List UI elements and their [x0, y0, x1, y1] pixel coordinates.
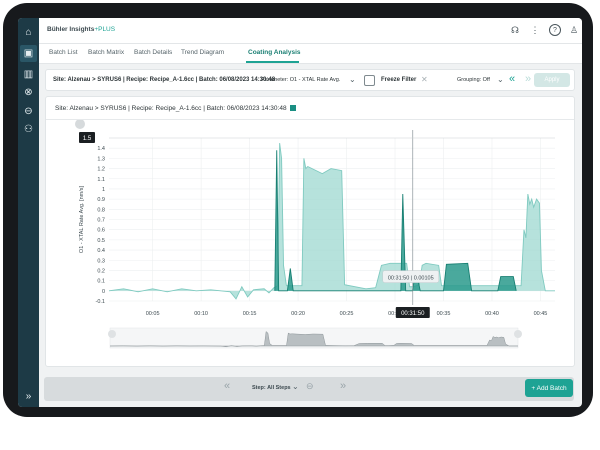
- y-tick-label: 1.3: [97, 156, 105, 162]
- filter-bar: Site: Alzenau > SYRUS6 | Recipe: Recipe_…: [45, 69, 575, 91]
- cursor-y-label: 1.5: [83, 136, 92, 142]
- top-bar: Bühler Insights+PLUS ☊ ⋮ ? ♙: [39, 18, 582, 44]
- tablet-frame: ⌂ ▣ ▥ ⊗ ⊖ ⚇ » Bühler Insights+PLUS ☊ ⋮ ?…: [3, 3, 593, 417]
- users-icon[interactable]: ⚇: [20, 121, 37, 138]
- overview-right-handle[interactable]: [514, 330, 522, 338]
- add-batch-label: + Add Batch: [531, 384, 567, 392]
- add-batch-button[interactable]: + Add Batch: [525, 379, 573, 397]
- filter-breadcrumb[interactable]: Site: Alzenau > SYRUS6 | Recipe: Recipe_…: [53, 77, 275, 83]
- tab-bar: Batch List Batch Matrix Batch Details Tr…: [39, 44, 582, 64]
- cancel-glyph: ⊗: [24, 87, 33, 98]
- x-tick-label: 00:20: [291, 311, 305, 317]
- grouping-select[interactable]: Grouping: Off: [457, 77, 490, 83]
- active-tab-indicator: [246, 61, 299, 63]
- app-screen: ⌂ ▣ ▥ ⊗ ⊖ ⚇ » Bühler Insights+PLUS ☊ ⋮ ?…: [18, 18, 582, 407]
- batch-glyph: ▣: [23, 48, 34, 59]
- previous-batch-icon[interactable]: «: [509, 73, 515, 85]
- home-icon[interactable]: ⌂: [20, 24, 37, 41]
- x-tick-label: 00:15: [243, 311, 257, 317]
- more-vert-icon[interactable]: ⋮: [529, 24, 541, 36]
- panel-title-text: Site: Alzenau > SYRUS6 | Recipe: Recipe_…: [55, 105, 287, 112]
- minus-circle-icon[interactable]: ⊖: [20, 103, 37, 120]
- zoom-icon[interactable]: ⊖: [306, 381, 314, 392]
- more-glyph: ⋮: [530, 24, 540, 35]
- y-tick-label: -0.1: [96, 299, 105, 305]
- y-tick-label: 0.1: [97, 279, 105, 285]
- next-batch-icon[interactable]: »: [525, 73, 531, 85]
- user-glyph: ♙: [569, 24, 579, 35]
- step-select[interactable]: Step: All Steps: [252, 385, 291, 391]
- overview-left-handle[interactable]: [108, 330, 116, 338]
- tab-coating-analysis[interactable]: Coating Analysis: [248, 49, 301, 56]
- tooltip-text: 00:31:50 | 0.00105: [388, 276, 434, 282]
- series-area-1: [109, 143, 555, 299]
- x-tick-label: 00:25: [340, 311, 354, 317]
- sidebar-rail: ⌂ ▣ ▥ ⊗ ⊖ ⚇ »: [18, 18, 39, 407]
- help-glyph: ?: [553, 26, 557, 34]
- x-tick-label: 00:45: [534, 311, 548, 317]
- footer-bar: « Step: All Steps ⌄ ⊖ » + Add Batch: [44, 377, 574, 401]
- y-tick-label: 0.3: [97, 258, 105, 264]
- y-tick-label: 0.6: [97, 228, 105, 234]
- user-icon[interactable]: ♙: [568, 24, 580, 36]
- x-tick-label: 00:10: [194, 311, 208, 317]
- y-tick-label: 0.2: [97, 268, 105, 274]
- panel-title: Site: Alzenau > SYRUS6 | Recipe: Recipe_…: [55, 105, 296, 112]
- freeze-filter-label: Freeze Filter: [381, 77, 417, 83]
- cancel-circle-icon[interactable]: ⊗: [20, 84, 37, 101]
- close-icon[interactable]: ✕: [421, 75, 428, 84]
- headset-glyph: ☊: [511, 24, 519, 35]
- coating-chart[interactable]: 1.4 1.3 1.2 1.1 1 0.9 0.8 0.7 0.6 0.5 0.4 0.3 0.2 0.1…: [46, 120, 574, 366]
- tab-trend-diagram[interactable]: Trend Diagram: [181, 49, 224, 56]
- y-tick-label: 0: [102, 289, 105, 295]
- tab-batch-list[interactable]: Batch List: [49, 49, 78, 56]
- export-icon[interactable]: [289, 105, 296, 112]
- logo-suffix: PLUS: [98, 26, 116, 33]
- expand-sidebar-icon[interactable]: »: [20, 388, 37, 405]
- y-tick-label: 0.5: [97, 238, 105, 244]
- factory-glyph: ▥: [23, 69, 34, 80]
- x-tick-label: 00:05: [146, 311, 160, 317]
- tab-batch-matrix[interactable]: Batch Matrix: [88, 49, 124, 56]
- y-tick-label: 0.4: [97, 248, 105, 254]
- y-axis-label: O1 - XTAL Rate Avg. [nm/s]: [79, 185, 85, 253]
- batch-icon[interactable]: ▣: [20, 45, 37, 62]
- y-range-handle[interactable]: [75, 120, 85, 129]
- apply-label: Apply: [544, 77, 560, 83]
- freeze-filter-checkbox[interactable]: [364, 75, 375, 86]
- y-tick-label: 1: [102, 187, 105, 193]
- headset-icon[interactable]: ☊: [509, 24, 521, 36]
- y-tick-label: 1.2: [97, 167, 105, 173]
- x-tick-label: 00:40: [485, 311, 499, 317]
- logo-text: Bühler Insights: [47, 26, 95, 33]
- expand-glyph: »: [25, 391, 32, 402]
- parameter-select[interactable]: Parameter: O1 - XTAL Rate Avg.: [261, 77, 340, 83]
- x-tick-label: 00:35: [437, 311, 451, 317]
- users-glyph: ⚇: [24, 124, 33, 135]
- apply-button[interactable]: Apply: [534, 73, 570, 87]
- grouping-chevron-icon[interactable]: ⌄: [497, 75, 504, 84]
- home-glyph: ⌂: [25, 27, 32, 38]
- cursor-x-label: 00:31:50: [401, 311, 425, 317]
- chart-panel: Site: Alzenau > SYRUS6 | Recipe: Recipe_…: [45, 96, 575, 367]
- y-tick-label: 0.9: [97, 197, 105, 203]
- chevron-down-icon[interactable]: ⌄: [349, 75, 356, 84]
- tab-batch-details[interactable]: Batch Details: [134, 49, 172, 56]
- y-tick-label: 0.7: [97, 218, 105, 224]
- minus-glyph: ⊖: [24, 106, 33, 117]
- step-prev-icon[interactable]: «: [224, 380, 230, 392]
- factory-icon[interactable]: ▥: [20, 66, 37, 83]
- app-logo[interactable]: Bühler Insights+PLUS: [47, 26, 115, 33]
- y-tick-label: 1.4: [97, 146, 105, 152]
- step-chevron-icon[interactable]: ⌄: [292, 382, 299, 391]
- y-tick-label: 1.1: [97, 177, 105, 183]
- step-next-icon[interactable]: »: [340, 380, 346, 392]
- help-icon[interactable]: ?: [549, 24, 561, 36]
- y-tick-label: 0.8: [97, 207, 105, 213]
